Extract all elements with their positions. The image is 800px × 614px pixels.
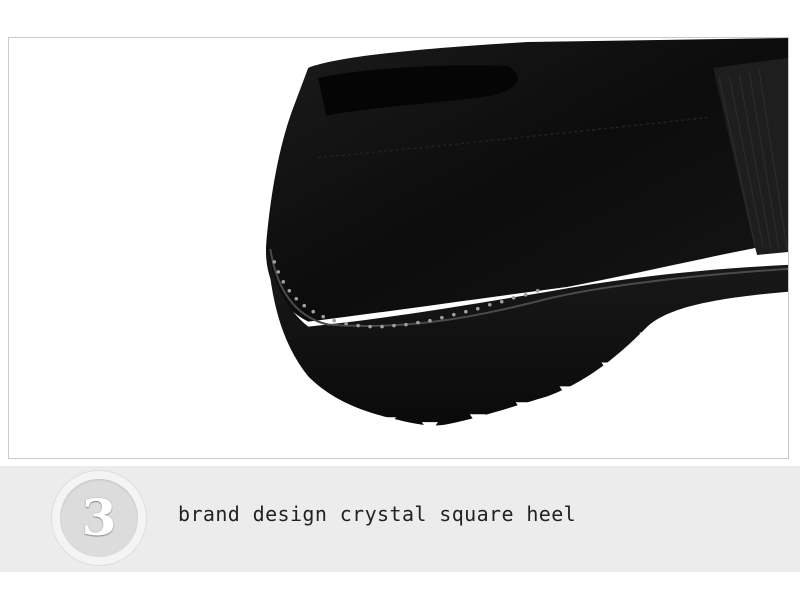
step-badge-inner: 3 [60,479,138,557]
step-badge: 3 [51,470,147,566]
feature-caption: brand design crystal square heel [178,502,577,526]
product-detail-page: 3 brand design crystal square heel [0,0,800,614]
caption-band: 3 brand design crystal square heel [0,466,800,572]
shoe-heel-image [265,38,788,435]
step-number: 3 [81,488,117,547]
product-photo [8,37,789,459]
